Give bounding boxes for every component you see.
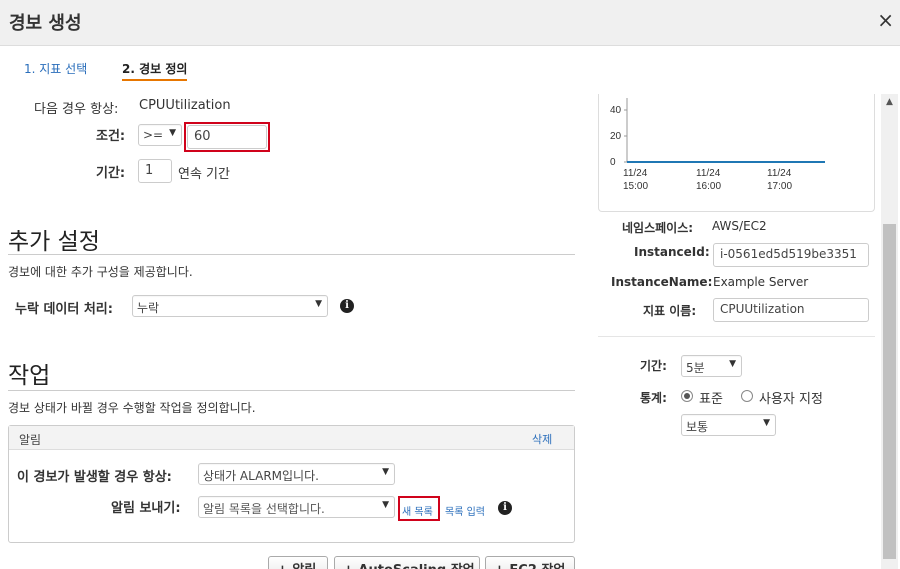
divider [8,390,575,391]
stats-period-value: 5분 [686,361,705,375]
chart-svg: 0 20 40 11/24 15:00 11/24 16:00 11/24 17:00 [610,98,825,192]
namespace-label: 네임스페이스: [622,221,694,235]
scroll-thumb[interactable] [883,224,896,559]
additional-settings-subtitle: 경보에 대한 추가 구성을 제공합니다. [8,265,193,279]
missing-data-value: 누락 [137,301,160,315]
x-tick-label-date: 11/24 [767,168,792,179]
chevron-down-icon: ▼ [382,500,389,510]
info-icon[interactable]: i [340,299,354,313]
divider [8,254,575,255]
actions-title: 작업 [8,363,51,389]
y-tick-label: 20 [610,131,622,142]
close-icon[interactable]: × [877,9,894,31]
dialog-title: 경보 생성 [9,13,82,34]
metric-name-label: 지표 이름: [643,304,697,318]
step-select-metric[interactable]: 1. 지표 선택 [24,60,87,77]
scroll-up-icon[interactable]: ▲ [881,94,898,111]
missing-data-select[interactable]: 누락 ▼ [132,295,328,317]
scrollbar[interactable]: ▲ [881,94,898,569]
instancename-value: Example Server [713,275,809,289]
statistic-label: 통계: [640,391,667,405]
notification-list-placeholder: 알림 목록을 선택합니다. [203,502,325,516]
chevron-down-icon: ▼ [315,299,322,309]
additional-settings-title: 추가 설정 [8,229,100,255]
radio-standard[interactable] [681,390,693,402]
x-tick-label-time: 15:00 [623,181,648,192]
metric-chart: 0 20 40 11/24 15:00 11/24 16:00 11/24 17:00 [598,94,875,212]
namespace-value: AWS/EC2 [712,219,767,233]
condition-label: 조건: [96,129,126,144]
whenever-label: 다음 경우 항상: [34,102,119,117]
step-define-alarm[interactable]: 2. 경보 정의 [122,60,188,81]
missing-data-label: 누락 데이터 처리: [15,302,113,317]
x-tick-label-date: 11/24 [696,168,721,179]
statistic-select[interactable]: 보통 ▼ [681,414,776,436]
send-notification-label: 알림 보내기: [111,501,181,516]
add-ec2-action-button[interactable]: + EC2 작업 [485,556,575,569]
notification-title: 알림 [19,433,42,447]
instanceid-field[interactable]: i-0561ed5d519be3351 [713,243,869,267]
add-notification-button[interactable]: + 알림 [268,556,328,569]
panel-divider [598,336,875,337]
notification-whenever-label: 이 경보가 발생할 경우 항상: [17,470,172,485]
threshold-highlight [184,122,270,152]
alarm-state-value: 상태가 ALARM입니다. [203,469,319,483]
add-autoscaling-action-button[interactable]: + AutoScaling 작업 [334,556,480,569]
operator-select[interactable]: >= ▼ [138,124,182,146]
radio-custom[interactable] [741,390,753,402]
chevron-down-icon: ▼ [729,359,736,369]
operator-value: >= [143,128,164,142]
x-tick-label-time: 16:00 [696,181,721,192]
x-tick-label-date: 11/24 [623,168,648,179]
period-input[interactable]: 1 [138,159,172,183]
period-label: 기간: [96,166,126,181]
chevron-down-icon: ▼ [169,128,176,138]
enter-list-link[interactable]: 목록 입력 [445,503,485,518]
alarm-state-select[interactable]: 상태가 ALARM입니다. ▼ [198,463,395,485]
y-tick-label: 40 [610,105,622,116]
dialog-header: 경보 생성 × [0,0,900,46]
chevron-down-icon: ▼ [763,418,770,428]
instancename-label: InstanceName: [611,275,713,289]
whenever-metric: CPUUtilization [139,98,231,113]
actions-subtitle: 경보 상태가 바뀔 경우 수행할 작업을 정의합니다. [8,401,256,415]
delete-link[interactable]: 삭제 [532,431,552,447]
x-tick-label-time: 17:00 [767,181,792,192]
notification-list-select[interactable]: 알림 목록을 선택합니다. ▼ [198,496,395,518]
instanceid-label: InstanceId: [634,245,710,259]
y-tick-label: 0 [610,157,616,168]
custom-label: 사용자 지정 [759,392,823,407]
metric-name-field[interactable]: CPUUtilization [713,298,869,322]
standard-label: 표준 [699,392,723,407]
stats-period-select[interactable]: 5분 ▼ [681,355,742,377]
stats-period-label: 기간: [640,359,667,373]
chevron-down-icon: ▼ [382,467,389,477]
new-list-highlight [398,496,440,521]
notification-panel: 알림 삭제 이 경보가 발생할 경우 항상: 상태가 ALARM입니다. ▼ 알… [8,425,575,543]
notification-header: 알림 삭제 [9,426,574,450]
period-suffix: 연속 기간 [178,167,230,182]
info-icon[interactable]: i [498,501,512,515]
statistic-value: 보통 [686,420,709,434]
